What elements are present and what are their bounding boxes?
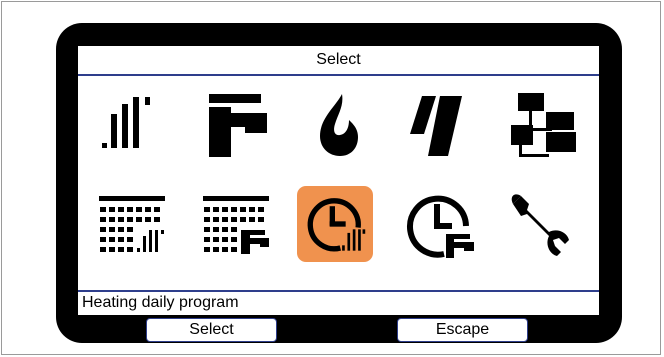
select-button[interactable]: Select <box>146 318 277 342</box>
menu-icon-grid <box>78 78 599 290</box>
solar-panel-icon <box>410 96 462 156</box>
clock-heating-icon <box>307 198 366 252</box>
calendar-heating-icon <box>99 196 165 252</box>
menu-item-network[interactable] <box>503 88 579 164</box>
status-text: Heating daily program <box>78 290 599 315</box>
network-icon <box>511 93 576 157</box>
flame-icon <box>320 94 358 156</box>
menu-item-calendar-heating[interactable] <box>95 188 171 264</box>
clock-hot-water-icon <box>407 195 474 258</box>
menu-item-wrench[interactable] <box>503 188 579 264</box>
wrench-icon <box>511 194 569 256</box>
signal-levels-icon <box>102 97 150 148</box>
escape-button[interactable]: Escape <box>397 318 528 342</box>
menu-item-solar-panel[interactable] <box>402 88 478 164</box>
screen-title: Select <box>78 46 599 76</box>
menu-item-flame[interactable] <box>300 88 376 164</box>
display-screen: Select Heating daily program <box>78 46 599 315</box>
tap-icon <box>209 94 267 157</box>
menu-item-clock-heating[interactable] <box>297 186 373 262</box>
menu-item-signal-levels[interactable] <box>95 88 171 164</box>
menu-item-tap[interactable] <box>199 88 275 164</box>
calendar-hot-water-icon <box>203 196 269 254</box>
menu-item-clock-hot-water[interactable] <box>402 188 478 264</box>
menu-item-calendar-hot-water[interactable] <box>199 188 275 264</box>
